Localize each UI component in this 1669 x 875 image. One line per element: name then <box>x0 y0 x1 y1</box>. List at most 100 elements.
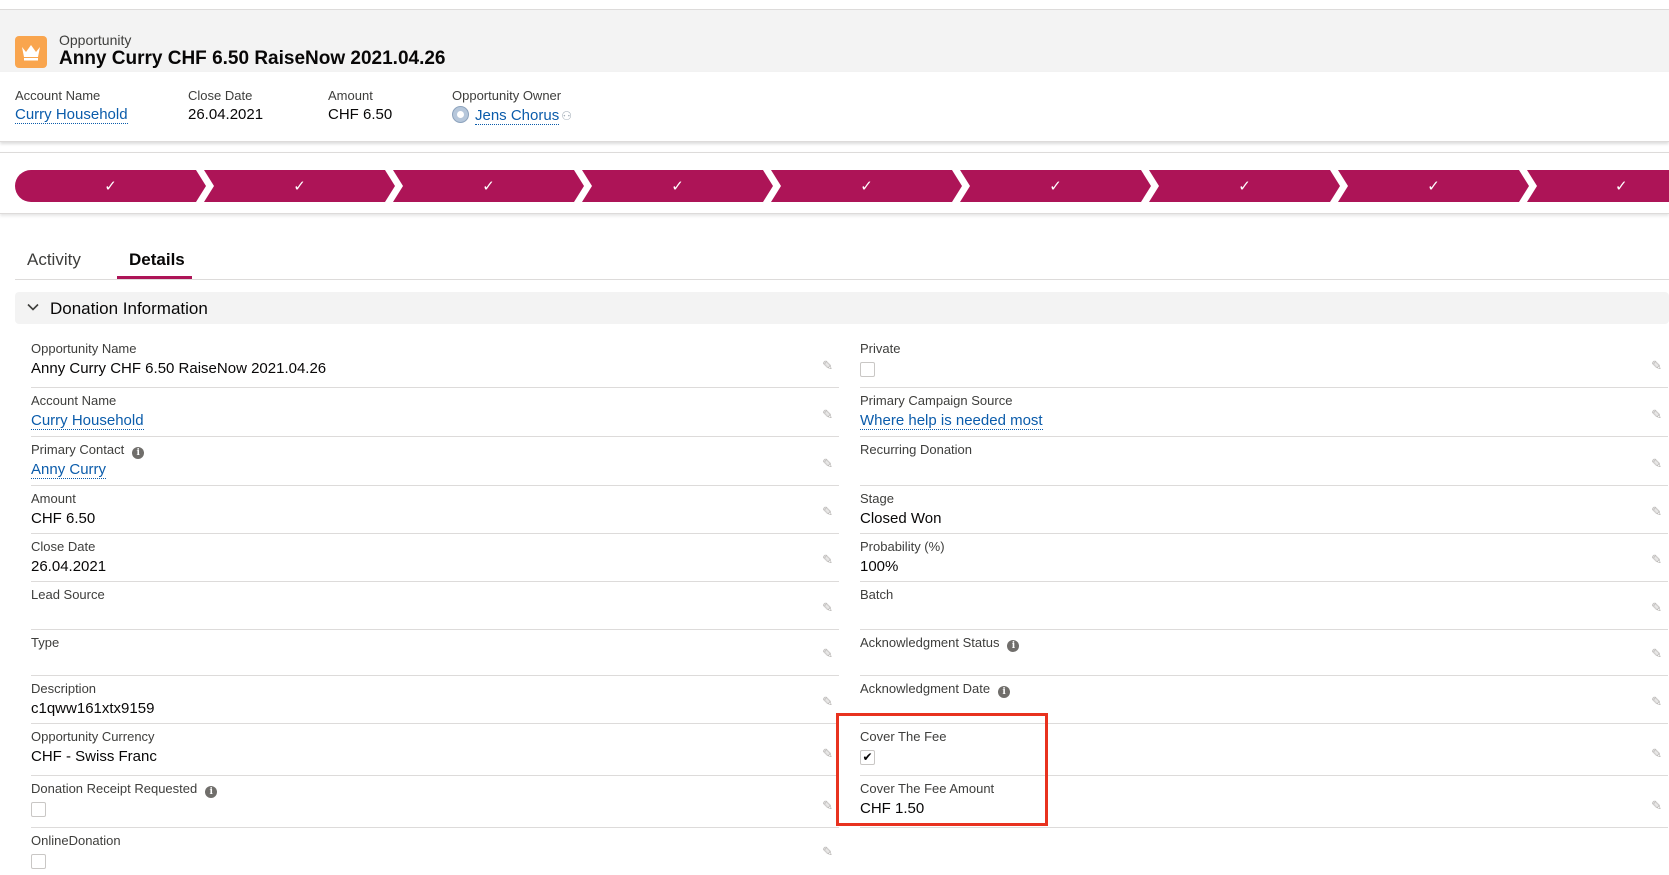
checkbox[interactable] <box>860 362 875 377</box>
pencil-icon[interactable]: ✎ <box>822 646 833 662</box>
field-label-text: Lead Source <box>31 587 105 602</box>
pencil-icon[interactable]: ✎ <box>1651 646 1662 662</box>
field-value-wrap: 26.04.2021 <box>31 558 106 575</box>
path-stage[interactable]: ✓ <box>204 170 395 202</box>
highlight-owner: Opportunity Owner Jens Chorus ⚇ <box>452 88 572 125</box>
pencil-icon[interactable]: ✎ <box>1651 407 1662 423</box>
sales-path: ✓ ✓ ✓ ✓ ✓ ✓ ✓ ✓ ✓ <box>0 152 1669 214</box>
field-link[interactable]: Anny Curry <box>31 461 107 479</box>
field-label: Type <box>31 635 59 650</box>
field-label-text: Donation Receipt Requested <box>31 781 198 796</box>
field-label-text: Description <box>31 681 97 696</box>
field-account-name: Account Name Curry Household ✎ <box>31 388 839 437</box>
field-value-wrap: Anny Curry CHF 6.50 RaiseNow 2021.04.26 <box>31 360 326 377</box>
field-label: Amount <box>31 491 76 506</box>
field-private: Private ✎ <box>860 336 1668 388</box>
field-value-wrap: c1qww161xtx9159 <box>31 700 154 717</box>
field-label-text: Opportunity Name <box>31 341 137 356</box>
tab-details[interactable]: Details <box>129 250 185 270</box>
pencil-icon[interactable]: ✎ <box>1651 694 1662 710</box>
field-opportunity-currency: Opportunity Currency CHF - Swiss Franc ✎ <box>31 724 839 776</box>
pencil-icon[interactable]: ✎ <box>822 552 833 568</box>
highlight-label: Close Date <box>188 88 253 103</box>
pencil-icon[interactable]: ✎ <box>1651 456 1662 472</box>
field-label-text: Type <box>31 635 60 650</box>
path-stage[interactable]: ✓ <box>393 170 584 202</box>
field-value-wrap: CHF - Swiss Franc <box>31 748 157 765</box>
field-label: OnlineDonation <box>31 833 121 848</box>
pencil-icon[interactable]: ✎ <box>822 504 833 520</box>
field-label: Primary Campaign Source <box>860 393 1012 408</box>
chevron-down-icon[interactable] <box>27 301 39 313</box>
section-header-donation-information[interactable]: Donation Information <box>15 292 1669 324</box>
field-donation-receipt-requested: Donation Receipt Requested i ✎ <box>31 776 839 828</box>
pencil-icon[interactable]: ✎ <box>822 798 833 814</box>
highlight-close-date: Close Date 26.04.2021 <box>188 88 263 124</box>
check-icon: ✓ <box>671 178 684 195</box>
field-link[interactable]: Where help is needed most <box>860 412 1043 430</box>
owner-link[interactable]: Jens Chorus <box>475 107 560 125</box>
pencil-icon[interactable]: ✎ <box>822 746 833 762</box>
tab-activity[interactable]: Activity <box>27 250 81 270</box>
field-label: Primary Contact i <box>31 442 145 459</box>
pencil-icon[interactable]: ✎ <box>822 844 833 860</box>
pencil-icon[interactable]: ✎ <box>822 694 833 710</box>
pencil-icon[interactable]: ✎ <box>822 456 833 472</box>
field-value-wrap: 100% <box>860 558 898 575</box>
field-acknowledgment-status: Acknowledgment Status i ✎ <box>860 630 1668 676</box>
pencil-icon[interactable]: ✎ <box>1651 798 1662 814</box>
field-label-text: Stage <box>860 491 894 506</box>
field-label-text: Recurring Donation <box>860 442 973 457</box>
field-close-date: Close Date 26.04.2021 ✎ <box>31 534 839 582</box>
path-stage[interactable]: ✓ <box>1527 170 1669 202</box>
field-value: CHF - Swiss Franc <box>31 748 157 765</box>
field-label-text: Acknowledgment Date <box>860 681 991 696</box>
path-stage[interactable]: ✓ <box>15 170 206 202</box>
field-primary-contact: Primary Contact i Anny Curry ✎ <box>31 437 839 486</box>
field-batch: Batch ✎ <box>860 582 1668 630</box>
info-icon[interactable]: i <box>998 686 1011 698</box>
path-stage[interactable]: ✓ <box>771 170 962 202</box>
check-icon: ✓ <box>104 178 117 195</box>
path-stage[interactable]: ✓ <box>582 170 773 202</box>
record-tabs: Activity Details <box>15 236 1669 280</box>
pencil-icon[interactable]: ✎ <box>1651 358 1662 374</box>
field-value-wrap: Anny Curry <box>31 461 107 479</box>
field-label: Opportunity Name <box>31 341 137 356</box>
path-stage[interactable]: ✓ <box>1338 170 1529 202</box>
field-value: Closed Won <box>860 510 942 527</box>
path-stage[interactable]: ✓ <box>960 170 1151 202</box>
checkbox[interactable] <box>31 802 46 817</box>
field-label: Account Name <box>31 393 116 408</box>
field-label-text: OnlineDonation <box>31 833 121 848</box>
pencil-icon[interactable]: ✎ <box>1651 600 1662 616</box>
pencil-icon[interactable]: ✎ <box>1651 504 1662 520</box>
field-label: Batch <box>860 587 893 602</box>
field-label-text: Acknowledgment Status <box>860 635 1000 650</box>
field-label-text: Account Name <box>31 393 117 408</box>
pencil-icon[interactable]: ✎ <box>1651 746 1662 762</box>
checkbox[interactable] <box>31 854 46 869</box>
highlight-label: Account Name <box>15 88 101 103</box>
account-name-link[interactable]: Curry Household <box>15 106 128 124</box>
highlight-label: Amount <box>328 88 373 103</box>
path-stage[interactable]: ✓ <box>1149 170 1340 202</box>
pencil-icon[interactable]: ✎ <box>822 600 833 616</box>
info-icon[interactable]: i <box>205 786 218 798</box>
info-icon[interactable]: i <box>132 447 145 459</box>
pencil-icon[interactable]: ✎ <box>1651 552 1662 568</box>
highlight-amount: Amount CHF 6.50 <box>328 88 392 124</box>
info-icon[interactable]: i <box>1007 640 1020 652</box>
field-link[interactable]: Curry Household <box>31 412 144 430</box>
annotation-highlight-box <box>836 713 1048 826</box>
highlights-panel: Account Name Curry Household Close Date … <box>0 72 1669 142</box>
field-stage: Stage Closed Won ✎ <box>860 486 1668 534</box>
pencil-icon[interactable]: ✎ <box>822 407 833 423</box>
active-tab-indicator <box>117 276 192 279</box>
change-owner-icon[interactable]: ⚇ <box>561 109 572 123</box>
avatar[interactable] <box>452 106 469 123</box>
pencil-icon[interactable]: ✎ <box>822 358 833 374</box>
field-value: CHF 6.50 <box>31 510 96 527</box>
field-label: Acknowledgment Status i <box>860 635 1020 652</box>
field-label: Lead Source <box>31 587 105 602</box>
